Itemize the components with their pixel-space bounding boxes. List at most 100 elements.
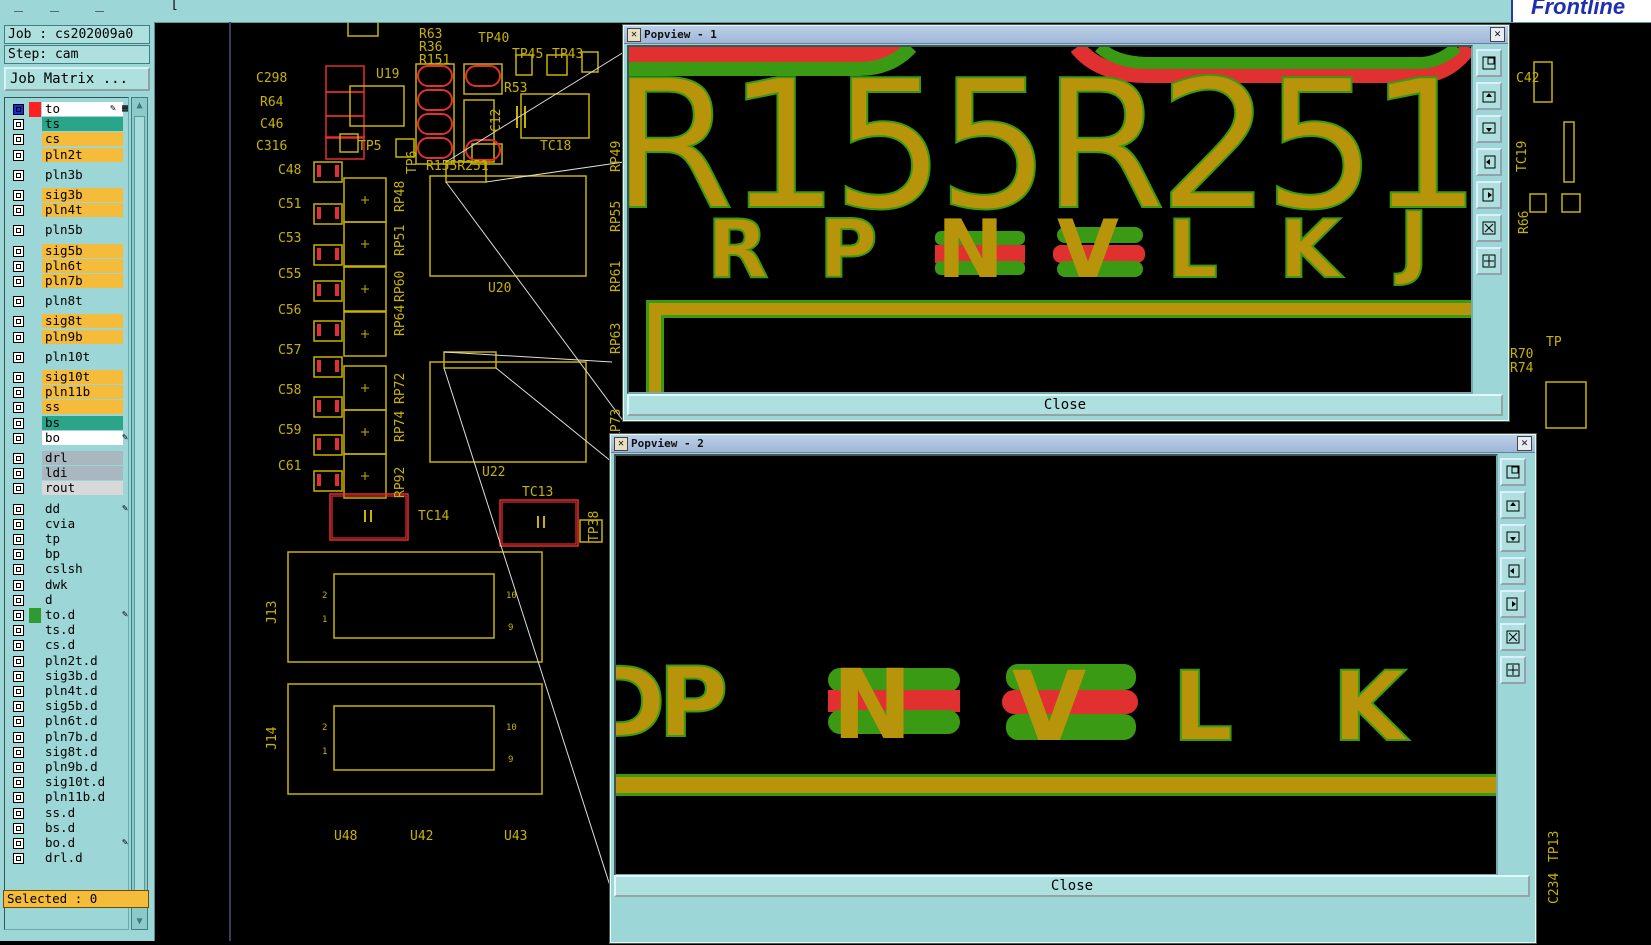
- layer-name[interactable]: sig8t.d: [42, 744, 123, 759]
- layer-name[interactable]: bs.d: [42, 820, 123, 835]
- layer-name[interactable]: pln7b: [42, 274, 123, 288]
- layer-row-pln9b[interactable]: pln9b: [8, 329, 128, 345]
- menu-stub[interactable]: _: [14, 0, 23, 12]
- layer-row-drl-d[interactable]: drl.d: [8, 851, 128, 866]
- layer-checkbox[interactable]: [13, 838, 24, 849]
- layer-checkbox[interactable]: [13, 468, 24, 480]
- popview-1-canvas[interactable]: R155R251 R P N V L K J: [610, 39, 1483, 397]
- layer-row-ss[interactable]: ss: [8, 400, 128, 415]
- layer-row-ts-d[interactable]: ts.d: [8, 623, 128, 638]
- layer-row-ts[interactable]: ts: [8, 117, 128, 132]
- pan-left-icon[interactable]: [1500, 557, 1526, 585]
- layer-checkbox[interactable]: [13, 579, 24, 591]
- zoom-out-icon[interactable]: [1476, 247, 1502, 275]
- layer-name[interactable]: pln4t.d: [42, 684, 123, 698]
- layer-name[interactable]: pln3b: [42, 167, 123, 182]
- layer-row-sig3b[interactable]: sig3b: [8, 188, 128, 203]
- layer-checkbox[interactable]: [13, 387, 24, 399]
- layer-checkbox[interactable]: [13, 296, 24, 308]
- layer-checkbox[interactable]: [13, 518, 24, 530]
- popview-2-titlebar[interactable]: ✕ Popview - 2 ✕: [611, 435, 1535, 453]
- layer-row-sig8t[interactable]: sig8t: [8, 314, 128, 329]
- layer-name[interactable]: drl: [42, 451, 123, 465]
- layer-name[interactable]: ss.d: [42, 805, 123, 820]
- layer-row-bo-d[interactable]: bo.d ✎: [8, 836, 128, 851]
- layer-checkbox[interactable]: [13, 762, 24, 773]
- window-menu-icon[interactable]: ✕: [614, 437, 628, 451]
- zoom-fit-icon[interactable]: [1500, 458, 1526, 486]
- layer-name[interactable]: pln7b.d: [42, 729, 123, 744]
- layer-row-pln5b[interactable]: pln5b: [8, 223, 128, 238]
- layer-row-bs[interactable]: bs: [8, 415, 128, 431]
- layer-row-sig8t-d[interactable]: sig8t.d: [8, 744, 128, 760]
- layer-checkbox[interactable]: [13, 807, 24, 819]
- layer-checkbox[interactable]: [13, 372, 24, 383]
- pan-up-icon[interactable]: [1500, 491, 1526, 519]
- zoom-in-icon[interactable]: [1476, 214, 1502, 242]
- layer-row-pln11b[interactable]: pln11b: [8, 385, 128, 400]
- zoom-fit-icon[interactable]: [1476, 49, 1502, 77]
- pan-up-icon[interactable]: [1476, 82, 1502, 110]
- layer-checkbox[interactable]: [13, 503, 24, 515]
- layer-name[interactable]: pln10t: [42, 349, 123, 364]
- layer-checkbox[interactable]: [13, 853, 24, 865]
- layer-name[interactable]: drl.d: [42, 851, 123, 866]
- pan-right-icon[interactable]: [1476, 181, 1502, 209]
- layer-name[interactable]: pln9b.d: [42, 760, 123, 774]
- close-icon[interactable]: ✕: [1490, 27, 1505, 42]
- layer-checkbox[interactable]: [13, 822, 24, 834]
- layer-name[interactable]: cs.d: [42, 638, 123, 653]
- layer-name[interactable]: bo.d: [42, 836, 123, 850]
- layer-checkbox[interactable]: [13, 260, 24, 272]
- window-menu-icon[interactable]: ✕: [627, 28, 641, 42]
- layer-checkbox[interactable]: [13, 594, 24, 606]
- layer-checkbox[interactable]: [13, 777, 24, 789]
- layer-name[interactable]: pln5b: [42, 223, 123, 238]
- layer-name[interactable]: sig3b.d: [42, 668, 123, 683]
- layer-name[interactable]: cs: [42, 132, 123, 147]
- layer-checkbox[interactable]: [13, 331, 24, 343]
- layer-checkbox[interactable]: [13, 169, 24, 181]
- layer-row-pln7b[interactable]: pln7b: [8, 274, 128, 289]
- layer-checkbox[interactable]: [13, 483, 24, 495]
- layer-name[interactable]: pln6t.d: [42, 714, 123, 729]
- layer-row-pln6t[interactable]: pln6t: [8, 258, 128, 274]
- layer-row-cs-d[interactable]: cs.d: [8, 638, 128, 653]
- layer-row-ldi[interactable]: ldi: [8, 466, 128, 481]
- layer-color-swatch[interactable]: [29, 102, 41, 117]
- layer-checkbox[interactable]: [13, 149, 24, 161]
- layer-name[interactable]: pln11b.d: [42, 790, 123, 805]
- layer-name[interactable]: rout: [42, 481, 123, 496]
- layer-name[interactable]: bs: [42, 415, 123, 430]
- layer-row-bp[interactable]: bp: [8, 547, 128, 562]
- layer-name[interactable]: ldi: [42, 466, 123, 481]
- layer-checkbox[interactable]: [13, 625, 24, 637]
- layer-row-pln8t[interactable]: pln8t: [8, 294, 128, 309]
- layer-row-pln6t-d[interactable]: pln6t.d: [8, 714, 128, 729]
- layer-name[interactable]: pln2t.d: [42, 653, 123, 668]
- layer-checkbox[interactable]: [13, 701, 24, 713]
- layer-row-pln4t[interactable]: pln4t: [8, 203, 128, 218]
- menu-stub[interactable]: [: [170, 0, 179, 12]
- zoom-in-icon[interactable]: [1500, 623, 1526, 651]
- scroll-thumb[interactable]: [134, 116, 145, 906]
- layer-row-pln4t-d[interactable]: pln4t.d: [8, 684, 128, 699]
- layer-checkbox[interactable]: [13, 276, 24, 287]
- layer-row-sig10t[interactable]: sig10t: [8, 370, 128, 385]
- layer-color-swatch[interactable]: [29, 608, 41, 623]
- layer-name[interactable]: d: [42, 592, 123, 607]
- layer-row-sig5b[interactable]: sig5b: [8, 243, 128, 259]
- layer-row-cslsh[interactable]: cslsh: [8, 562, 128, 577]
- zoom-out-icon[interactable]: [1500, 656, 1526, 684]
- scroll-up-icon[interactable]: ▲: [133, 99, 146, 112]
- layer-name[interactable]: sig10t.d: [42, 775, 123, 790]
- popview-1-titlebar[interactable]: ✕ Popview - 1 ✕: [624, 26, 1508, 44]
- pan-right-icon[interactable]: [1500, 590, 1526, 618]
- layer-checkbox[interactable]: [13, 245, 24, 257]
- layer-name[interactable]: pln6t: [42, 258, 123, 273]
- layer-row-d[interactable]: d: [8, 592, 128, 608]
- layer-row-dwk[interactable]: dwk: [8, 577, 128, 593]
- pan-left-icon[interactable]: [1476, 148, 1502, 176]
- layer-checkbox[interactable]: [13, 402, 24, 414]
- layer-checkbox[interactable]: [13, 534, 24, 545]
